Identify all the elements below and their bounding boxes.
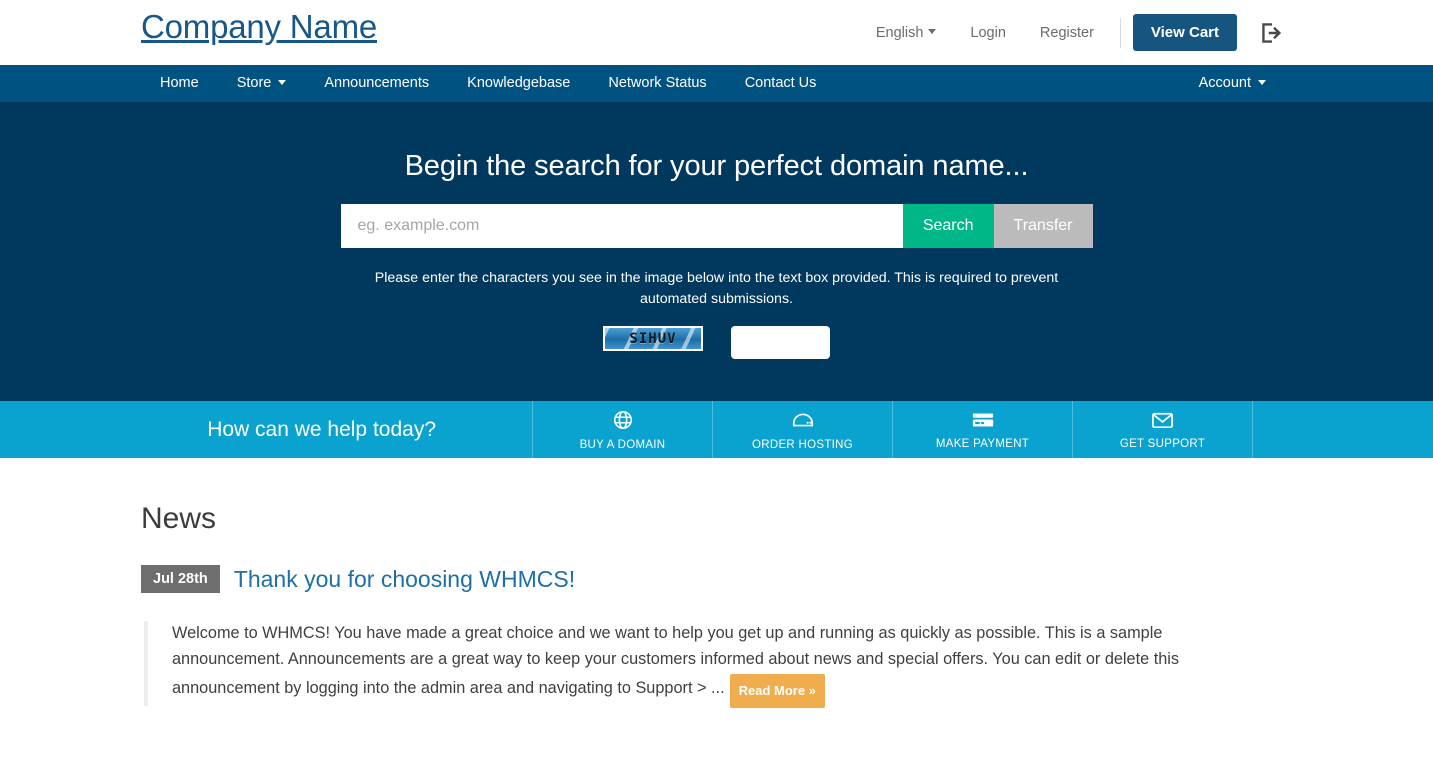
- news-item: Jul 28th Thank you for choosing WHMCS! W…: [141, 565, 1433, 708]
- nav-item-announcements[interactable]: Announcements: [305, 65, 448, 102]
- account-nav: Account: [1180, 65, 1285, 102]
- news-section: News Jul 28th Thank you for choosing WHM…: [0, 458, 1433, 708]
- chevron-down-icon: [928, 29, 937, 35]
- domain-search-hero: Begin the search for your perfect domain…: [0, 102, 1433, 401]
- main-navigation: Home Store Announcements Knowledgebase N…: [0, 65, 1433, 102]
- domain-search-input[interactable]: [340, 204, 903, 248]
- server-icon: [791, 409, 815, 436]
- help-action-buy-a-domain[interactable]: BUY A DOMAIN: [533, 401, 713, 458]
- logout-icon[interactable]: [1259, 20, 1285, 46]
- help-action-label: BUY A DOMAIN: [579, 438, 666, 451]
- help-action-label: GET SUPPORT: [1119, 437, 1206, 450]
- captcha-row: SIHUV: [0, 326, 1433, 359]
- nav-item-account-label: Account: [1198, 75, 1251, 91]
- help-bar-title: How can we help today?: [0, 401, 533, 458]
- language-selector[interactable]: English: [859, 25, 954, 41]
- language-label: English: [875, 24, 924, 41]
- register-link[interactable]: Register: [1023, 25, 1111, 41]
- news-date-badge: Jul 28th: [141, 565, 220, 593]
- globe-icon: [612, 409, 634, 436]
- help-action-order-hosting[interactable]: ORDER HOSTING: [713, 401, 893, 458]
- chevron-down-icon: [278, 79, 287, 85]
- nav-item-contact-us[interactable]: Contact Us: [726, 65, 836, 102]
- nav-item-home[interactable]: Home: [141, 65, 218, 102]
- nav-item-store[interactable]: Store: [218, 65, 306, 102]
- help-bar-spacer: [1253, 401, 1433, 458]
- main-nav-items: Home Store Announcements Knowledgebase N…: [141, 65, 835, 102]
- chevron-down-icon: [1258, 79, 1266, 85]
- help-action-make-payment[interactable]: MAKE PAYMENT: [893, 401, 1073, 458]
- nav-item-knowledgebase[interactable]: Knowledgebase: [448, 65, 589, 102]
- credit-card-icon: [971, 410, 995, 435]
- news-heading: News: [141, 502, 217, 535]
- news-excerpt: Welcome to WHMCS! You have made a great …: [172, 624, 1180, 698]
- nav-item-network-status[interactable]: Network Status: [589, 65, 725, 102]
- header-divider: [1119, 17, 1121, 48]
- login-link[interactable]: Login: [953, 25, 1022, 41]
- site-logo[interactable]: Company Name: [141, 8, 377, 46]
- captcha-input[interactable]: [731, 326, 830, 359]
- transfer-button[interactable]: Transfer: [993, 204, 1093, 248]
- envelope-icon: [1151, 410, 1174, 435]
- help-action-label: MAKE PAYMENT: [935, 437, 1030, 450]
- nav-item-store-label: Store: [236, 75, 272, 91]
- search-button[interactable]: Search: [902, 204, 994, 248]
- captcha-code-text: SIHUV: [629, 330, 677, 347]
- hero-title: Begin the search for your perfect domain…: [404, 150, 1029, 182]
- news-title-link[interactable]: Thank you for choosing WHMCS!: [234, 566, 575, 593]
- view-cart-button[interactable]: View Cart: [1132, 14, 1237, 51]
- captcha-image: SIHUV: [603, 326, 703, 351]
- help-action-label: ORDER HOSTING: [751, 438, 853, 451]
- site-header: Company Name English Login Register View…: [0, 0, 1433, 65]
- help-action-get-support[interactable]: GET SUPPORT: [1073, 401, 1253, 458]
- news-item-header: Jul 28th Thank you for choosing WHMCS!: [141, 565, 1433, 593]
- news-body-text: Welcome to WHMCS! You have made a great …: [172, 621, 1234, 708]
- nav-item-account[interactable]: Account: [1180, 65, 1285, 102]
- domain-search-form: Search Transfer: [340, 204, 1093, 248]
- read-more-button[interactable]: Read More »: [729, 674, 825, 708]
- news-body: Welcome to WHMCS! You have made a great …: [144, 621, 1234, 708]
- header-utility-nav: English Login Register View Cart: [859, 0, 1285, 65]
- help-action-bar: How can we help today? BUY A DOMAIN ORDE…: [0, 401, 1433, 458]
- captcha-instructions: Please enter the characters you see in t…: [374, 270, 1059, 307]
